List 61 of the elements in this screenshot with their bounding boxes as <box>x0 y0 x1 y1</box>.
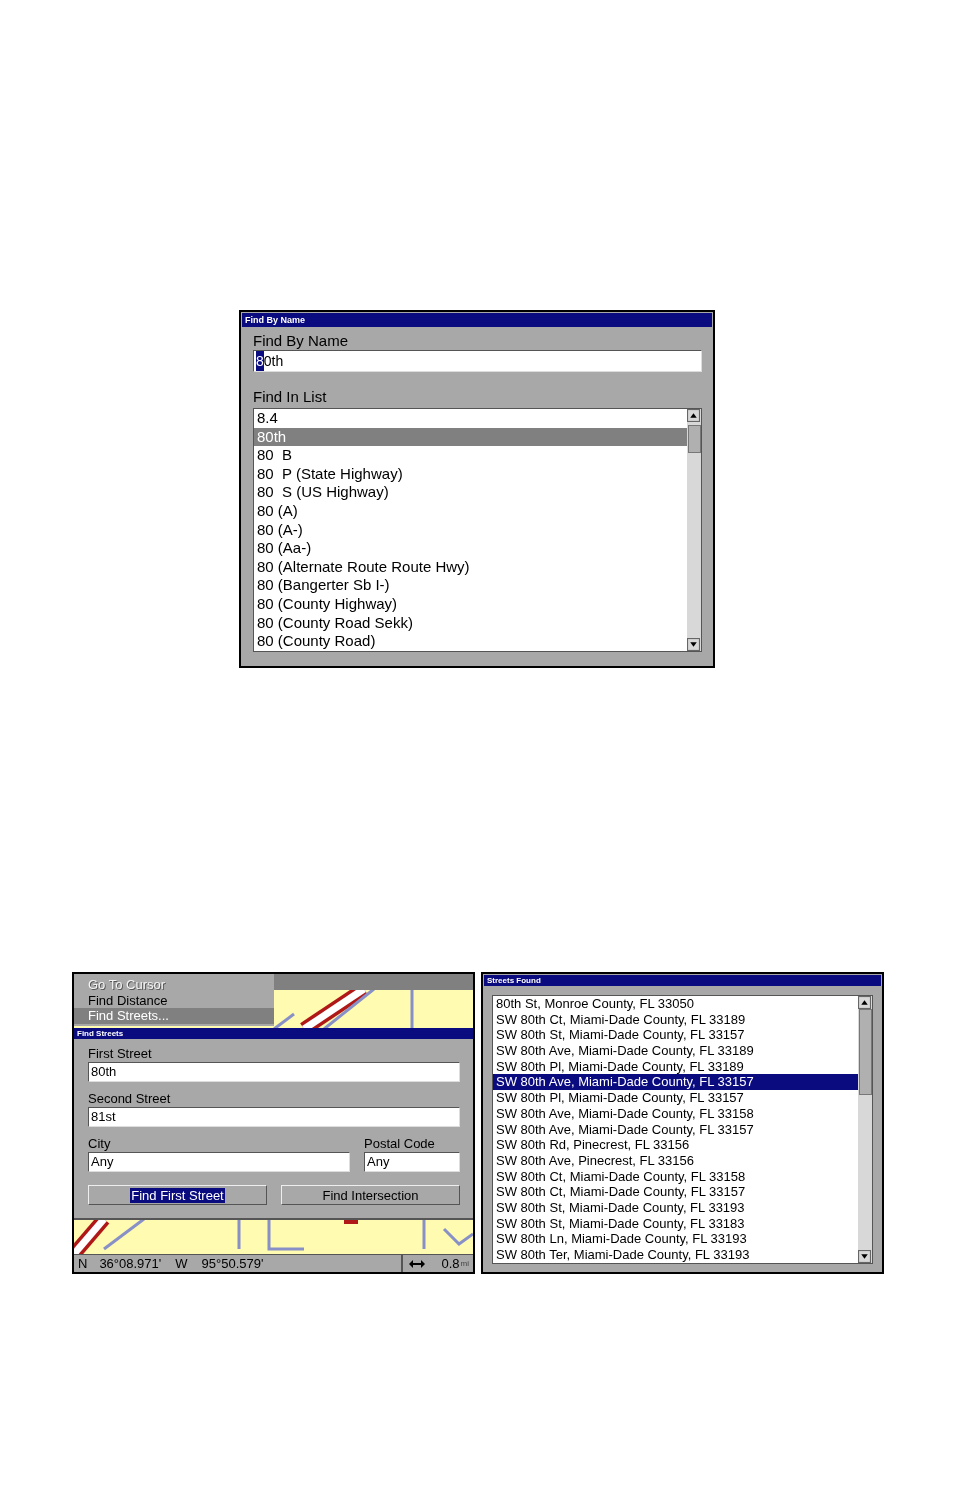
latitude-hemisphere: N <box>77 1256 88 1271</box>
street-result[interactable]: SW 80th Ct, Miami-Dade County, FL 33157 <box>493 1184 858 1200</box>
list-label: Find In List <box>253 388 327 406</box>
scroll-down-icon[interactable] <box>858 1249 871 1263</box>
dialog-title: Find Streets <box>74 1028 473 1039</box>
postal-code-field[interactable]: Any <box>364 1152 460 1172</box>
scrollbar-thumb[interactable] <box>859 1009 872 1095</box>
longitude: 95°50.579' <box>200 1256 264 1271</box>
menu-item[interactable]: Find Distance <box>74 992 274 1008</box>
dialog-title: Streets Found <box>484 975 881 986</box>
longitude-hemisphere: W <box>174 1256 188 1271</box>
street-result[interactable]: SW 80th Ave, Miami-Dade County, FL 33158 <box>493 1105 858 1122</box>
list-item[interactable]: 80 (A) <box>254 501 687 521</box>
street-result[interactable]: SW 80th Ave, Miami-Dade County, FL 33157 <box>493 1121 858 1138</box>
list-item[interactable]: 80 (Bangerter Sb I-) <box>254 576 687 595</box>
field-label: City <box>88 1136 111 1152</box>
street-result[interactable]: SW 80th Pl, Miami-Dade County, FL 33157 <box>493 1090 858 1106</box>
name-input-field[interactable]: 80th <box>253 350 702 372</box>
street-result[interactable]: SW 80th Ave, Miami-Dade County, FL 33189 <box>493 1043 858 1059</box>
field-label: Postal Code <box>364 1136 435 1152</box>
scale-arrow-icon <box>409 1259 425 1268</box>
list-item[interactable]: 80 (County Highway) <box>254 594 687 614</box>
list-item[interactable]: 80th <box>254 427 687 447</box>
field-label: First Street <box>88 1046 152 1062</box>
street-result[interactable]: SW 80th Ct, Miami-Dade County, FL 33158 <box>493 1168 858 1185</box>
street-result[interactable]: SW 80th Ct, Miami-Dade County, FL 33189 <box>493 1011 858 1028</box>
street-result[interactable]: SW 80th St, Miami-Dade County, FL 33183 <box>493 1215 858 1232</box>
scale-value: 0.8 <box>441 1256 460 1271</box>
field-label: Find By Name <box>253 332 349 350</box>
list-item[interactable]: 80 (County Road) <box>254 632 687 651</box>
street-result[interactable]: SW 80th Ln, Miami-Dade County, FL 33193 <box>493 1231 858 1247</box>
list-item[interactable]: 80 (County Road Sekk) <box>254 613 687 633</box>
street-result[interactable]: SW 80th Rd, Pinecrest, FL 33156 <box>493 1137 858 1153</box>
scroll-up-icon[interactable] <box>858 996 871 1009</box>
street-result[interactable]: SW 80th Ave, Miami-Dade County, FL 33157 <box>493 1074 858 1091</box>
scrollbar-thumb[interactable] <box>688 425 701 453</box>
list-item[interactable]: 80 (Alternate Route Route Hwy) <box>254 557 687 577</box>
street-result[interactable]: SW 80th St, Miami-Dade County, FL 33193 <box>493 1199 858 1216</box>
dialog-title: Find By Name <box>242 313 712 327</box>
scale-unit: mi <box>460 1259 469 1268</box>
street-result[interactable]: SW 80th Pl, Miami-Dade County, FL 33189 <box>493 1058 858 1075</box>
find-button[interactable]: Find Intersection <box>281 1185 460 1205</box>
scroll-up-icon[interactable] <box>687 409 700 422</box>
find-button[interactable]: Find First Street <box>88 1185 267 1205</box>
latitude: 36°08.971' <box>98 1256 162 1271</box>
list-item[interactable]: 80 S (US Highway) <box>254 483 687 502</box>
street-result[interactable]: SW 80th Ave, Pinecrest, FL 33156 <box>493 1152 858 1169</box>
second-street-field[interactable]: 81st <box>88 1107 460 1127</box>
street-result[interactable]: SW 80th Ter, Miami-Dade County, FL 33193 <box>493 1247 858 1263</box>
list-item[interactable]: 80 B <box>254 446 687 465</box>
street-result[interactable]: 80th St, Monroe County, FL 33050 <box>493 996 858 1012</box>
list-item[interactable]: 80 (A-) <box>254 520 687 540</box>
street-result[interactable]: SW 80th St, Miami-Dade County, FL 33157 <box>493 1027 858 1044</box>
menu-item[interactable]: Find Streets... <box>74 1008 274 1024</box>
list-item[interactable]: 8.4 <box>254 409 687 428</box>
city-field[interactable]: Any <box>88 1152 350 1172</box>
first-street-field[interactable]: 80th <box>88 1062 460 1082</box>
list-item[interactable]: 80 (Aa-) <box>254 539 687 558</box>
scroll-down-icon[interactable] <box>687 637 700 651</box>
field-label: Second Street <box>88 1091 171 1107</box>
list-item[interactable]: 80 P (State Highway) <box>254 464 687 484</box>
